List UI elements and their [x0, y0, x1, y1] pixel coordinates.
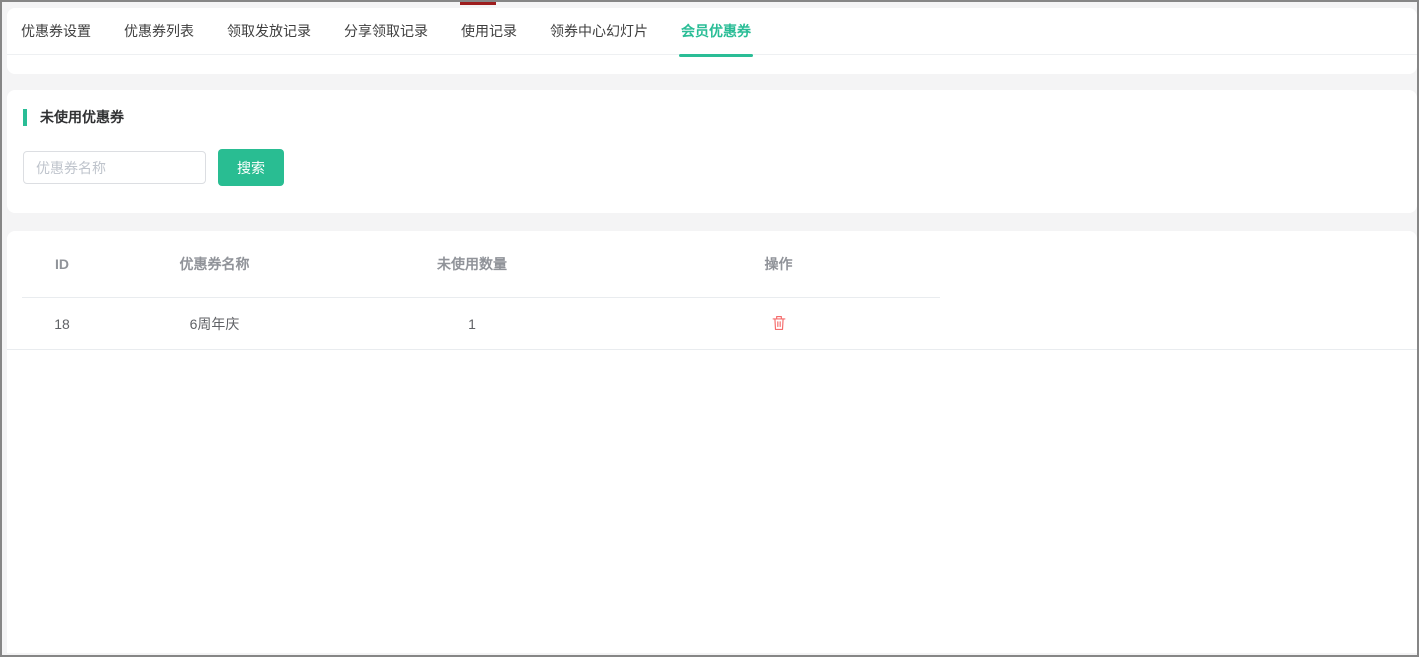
app-window: 优惠券设置 优惠券列表 领取发放记录 分享领取记录 使用记录 领券中心幻灯片 会…	[0, 0, 1419, 657]
tab-label: 优惠券设置	[21, 21, 91, 41]
cell-count: 1	[327, 316, 617, 332]
cell-id: 18	[22, 316, 102, 332]
tab-label: 分享领取记录	[344, 21, 428, 41]
tab-coupon-center-slides[interactable]: 领券中心幻灯片	[550, 8, 648, 55]
delete-button[interactable]	[770, 313, 788, 333]
active-tab-underline	[679, 54, 753, 57]
coupon-tabs: 优惠券设置 优惠券列表 领取发放记录 分享领取记录 使用记录 领券中心幻灯片 会…	[7, 8, 1417, 55]
table-section-card: ID 优惠券名称 未使用数量 操作 18 6周年庆 1	[7, 231, 1417, 653]
cell-name: 6周年庆	[102, 314, 327, 334]
tab-label: 领取发放记录	[227, 21, 311, 41]
search-section-card: 未使用优惠券 搜索	[7, 90, 1417, 213]
table-header-row: ID 优惠券名称 未使用数量 操作	[22, 231, 940, 298]
tab-coupon-settings[interactable]: 优惠券设置	[21, 8, 91, 55]
coupon-name-input[interactable]	[23, 151, 206, 184]
tab-coupon-list[interactable]: 优惠券列表	[124, 8, 194, 55]
tab-bar-card: 优惠券设置 优惠券列表 领取发放记录 分享领取记录 使用记录 领券中心幻灯片 会…	[7, 8, 1417, 74]
tab-claim-records[interactable]: 领取发放记录	[227, 8, 311, 55]
tab-share-claim-records[interactable]: 分享领取记录	[344, 8, 428, 55]
search-button[interactable]: 搜索	[218, 149, 284, 186]
trash-icon	[772, 315, 786, 331]
section-title: 未使用优惠券	[23, 109, 124, 126]
tab-label: 领券中心幻灯片	[550, 21, 648, 41]
header-count: 未使用数量	[327, 254, 617, 274]
header-actions: 操作	[617, 254, 940, 274]
tab-label: 优惠券列表	[124, 21, 194, 41]
header-id: ID	[22, 256, 102, 272]
tab-label: 会员优惠券	[681, 21, 751, 41]
top-red-fragment	[460, 2, 496, 5]
tab-member-coupons[interactable]: 会员优惠券	[681, 8, 751, 55]
cell-actions	[617, 313, 940, 334]
tab-label: 使用记录	[461, 21, 517, 41]
header-name: 优惠券名称	[102, 254, 327, 274]
tab-usage-records[interactable]: 使用记录	[461, 8, 517, 55]
table-row: 18 6周年庆 1	[7, 298, 1417, 350]
